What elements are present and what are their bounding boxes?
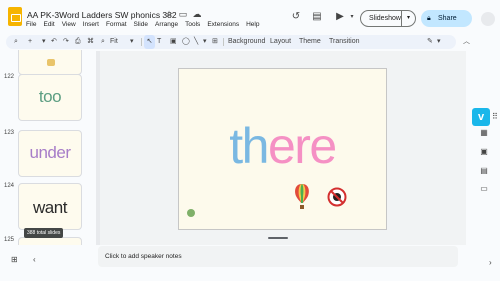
text-box-icon[interactable]: T bbox=[157, 35, 161, 49]
slide-thumbnail[interactable]: want bbox=[18, 183, 82, 230]
side-panel-toggle-icon[interactable]: › bbox=[489, 258, 492, 267]
slide-thumbnail[interactable] bbox=[18, 237, 82, 245]
slide-thumbnail[interactable]: under bbox=[18, 130, 82, 177]
menu-extensions[interactable]: Extensions bbox=[207, 21, 239, 28]
select-tool-icon[interactable]: ↖ bbox=[144, 35, 155, 49]
notes-resize-handle[interactable] bbox=[268, 237, 288, 239]
app-header: AA PK-3Word Ladders SW phonics 382 ☆ ▭ ☁… bbox=[0, 0, 500, 33]
menu-arrange[interactable]: Arrange bbox=[155, 21, 178, 28]
menu-insert[interactable]: Insert bbox=[83, 21, 99, 28]
no-symbol-icon[interactable] bbox=[327, 187, 347, 207]
layout-button[interactable]: Layout bbox=[270, 35, 291, 49]
vimeo-addon-icon[interactable]: v bbox=[472, 108, 490, 126]
comment-add-icon[interactable]: ⊞ bbox=[212, 35, 218, 49]
word-part-ere: ere bbox=[267, 118, 337, 174]
slide-thumbnail[interactable] bbox=[18, 50, 82, 75]
move-folder-icon[interactable]: ▭ bbox=[178, 9, 188, 19]
print-icon[interactable]: ⎙ bbox=[75, 35, 81, 49]
zoom-select[interactable]: Fit bbox=[110, 35, 118, 49]
pen-icon[interactable]: ✎ bbox=[427, 35, 433, 49]
slideshow-label: Slideshow bbox=[369, 15, 401, 22]
calendar-icon[interactable]: ▦ bbox=[479, 128, 489, 138]
shape-icon[interactable]: ◯ bbox=[182, 35, 190, 49]
toolbar: ⌕ + ▾ ↶ ↷ ⎙ ⌘ ⌕ Fit ▾ ↖ T ▣ ◯ ╲ ▾ ⊞ Back… bbox=[6, 35, 456, 49]
slide-number: 124 bbox=[4, 183, 15, 189]
slide-number: 123 bbox=[4, 130, 15, 136]
cloud-status-icon[interactable]: ☁ bbox=[192, 9, 202, 19]
drag-handle-icon[interactable]: ⠿ bbox=[492, 112, 498, 121]
maps-icon[interactable]: ▭ bbox=[479, 184, 489, 194]
slide-number: 122 bbox=[4, 74, 15, 80]
theme-button[interactable]: Theme bbox=[299, 35, 321, 49]
version-history-icon[interactable]: ↺ bbox=[290, 11, 302, 23]
menu-tools[interactable]: Tools bbox=[185, 21, 200, 28]
thumbnail-word: too bbox=[38, 87, 62, 106]
document-title[interactable]: AA PK-3Word Ladders SW phonics 382 bbox=[27, 10, 177, 20]
slides-logo-icon[interactable] bbox=[8, 7, 22, 26]
star-icon[interactable]: ☆ bbox=[164, 9, 174, 19]
slide-word[interactable]: there bbox=[179, 116, 386, 176]
new-slide-icon[interactable]: + bbox=[28, 35, 32, 49]
search-menus-icon[interactable]: ⌕ bbox=[14, 35, 18, 49]
background-button[interactable]: Background bbox=[228, 35, 265, 49]
menu-view[interactable]: View bbox=[62, 21, 76, 28]
share-label: Share bbox=[438, 15, 457, 22]
watermark-logo bbox=[187, 209, 195, 217]
word-part-th: th bbox=[229, 118, 269, 174]
undo-icon[interactable]: ↶ bbox=[51, 35, 57, 49]
transition-button[interactable]: Transition bbox=[329, 35, 359, 49]
thumbnail-image bbox=[47, 59, 55, 66]
speaker-notes[interactable]: Click to add speaker notes bbox=[98, 246, 458, 267]
menu-help[interactable]: Help bbox=[246, 21, 259, 28]
menu-format[interactable]: Format bbox=[106, 21, 127, 28]
lock-icon: 🔒︎ bbox=[427, 15, 431, 22]
vertical-ruler bbox=[96, 51, 100, 245]
new-slide-dropdown-icon[interactable]: ▾ bbox=[42, 35, 46, 49]
meet-video-icon[interactable]: ▶ bbox=[334, 11, 346, 23]
image-insert-icon[interactable]: ▣ bbox=[170, 35, 177, 49]
hot-air-balloon-icon[interactable] bbox=[294, 183, 310, 211]
redo-icon[interactable]: ↷ bbox=[63, 35, 69, 49]
share-button[interactable]: 🔒︎ Share bbox=[421, 10, 472, 27]
menu-edit[interactable]: Edit bbox=[43, 21, 54, 28]
menu-file[interactable]: File bbox=[26, 21, 36, 28]
toolbar-divider bbox=[141, 38, 142, 46]
pen-dropdown-icon[interactable]: ▾ bbox=[437, 35, 441, 49]
menu-slide[interactable]: Slide bbox=[134, 21, 148, 28]
current-slide[interactable]: there bbox=[178, 68, 387, 230]
thumbnail-word: under bbox=[29, 143, 71, 162]
slideshow-dropdown-icon[interactable]: ▾ bbox=[401, 11, 415, 26]
slide-number: 125 bbox=[4, 237, 15, 243]
menu-bar: File Edit View Insert Format Slide Arran… bbox=[26, 21, 259, 28]
collapse-filmstrip-icon[interactable]: ‹ bbox=[33, 255, 36, 264]
slide-thumbnail[interactable]: too bbox=[18, 74, 82, 121]
zoom-dropdown-icon[interactable]: ▾ bbox=[130, 35, 134, 49]
avatar[interactable] bbox=[481, 12, 495, 26]
slideshow-button[interactable]: Slideshow ▾ bbox=[360, 10, 416, 27]
thumbnail-word: want bbox=[33, 198, 67, 217]
line-icon[interactable]: ╲ bbox=[194, 35, 198, 49]
line-dropdown-icon[interactable]: ▾ bbox=[203, 35, 207, 49]
side-panel: v ⠿ ▦ ▣ ▤ ▭ bbox=[472, 100, 500, 200]
meet-dropdown-icon[interactable]: ▾ bbox=[346, 11, 358, 23]
grid-view-icon[interactable]: ⊞ bbox=[11, 255, 18, 264]
comments-icon[interactable]: ▤ bbox=[311, 11, 323, 23]
total-slides-tooltip: 388 total slides bbox=[24, 228, 64, 238]
keep-icon[interactable]: ▣ bbox=[479, 147, 489, 157]
tasks-icon[interactable]: ▤ bbox=[479, 166, 489, 176]
slide-filmstrip: 122 too 123 under 124 want 125 388 total… bbox=[0, 50, 88, 245]
collapse-toolbar-icon[interactable]: ︿ bbox=[463, 35, 470, 49]
zoom-icon[interactable]: ⌕ bbox=[101, 35, 105, 49]
paint-format-icon[interactable]: ⌘ bbox=[87, 35, 94, 49]
toolbar-divider bbox=[223, 38, 224, 46]
